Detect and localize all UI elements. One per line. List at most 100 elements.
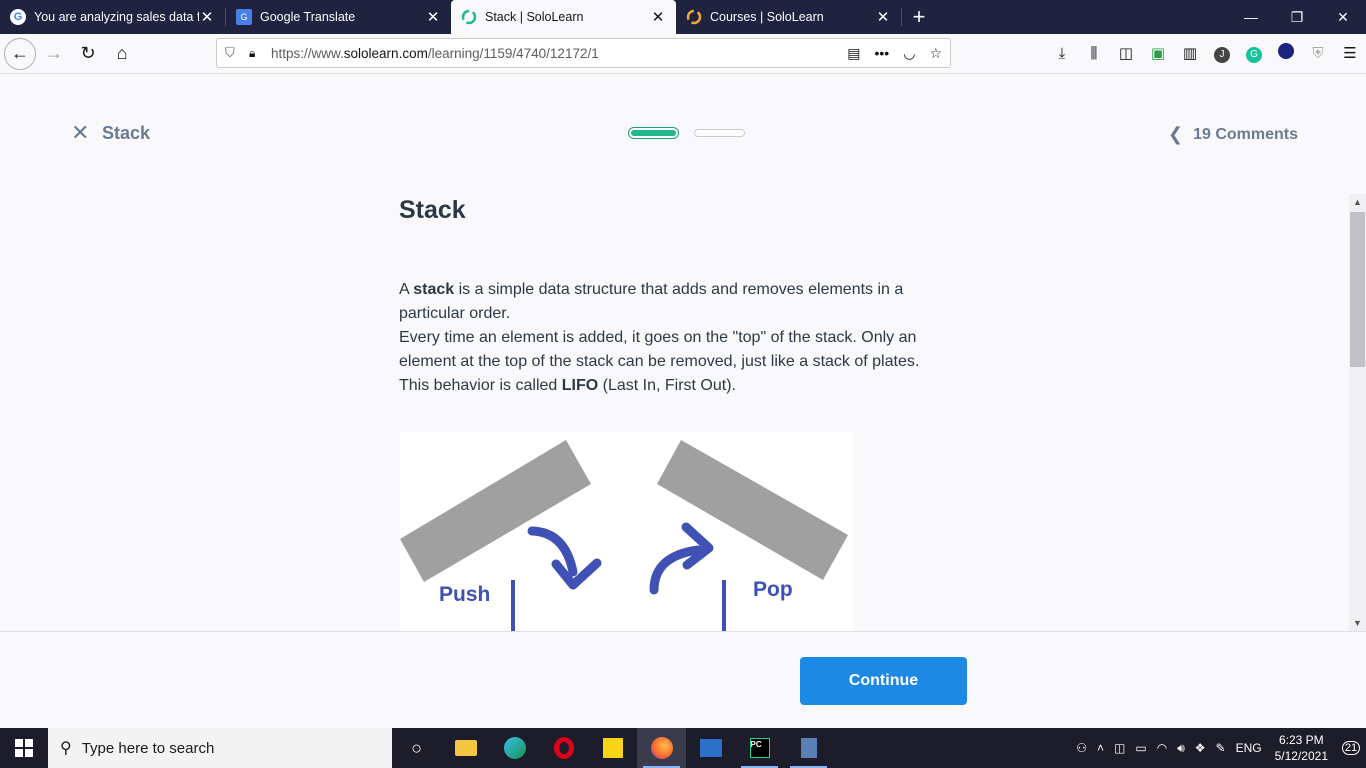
sololearn-icon <box>686 9 702 25</box>
close-lesson-icon[interactable]: ✕ <box>71 122 89 144</box>
cortana-icon[interactable]: ○ <box>392 728 441 768</box>
pop-label: Pop <box>753 578 793 601</box>
content-scrollbar[interactable]: ▲ ▼ <box>1349 194 1366 631</box>
photos-icon[interactable] <box>686 728 735 768</box>
edge-icon[interactable] <box>490 728 539 768</box>
address-bar-actions: ▤ ••• ◡ ☆ <box>847 45 942 62</box>
scrollbar-thumb[interactable] <box>1350 212 1365 367</box>
search-placeholder: Type here to search <box>81 739 215 757</box>
translate-icon: G <box>236 9 252 25</box>
sticky-notes-icon[interactable] <box>588 728 637 768</box>
extension-icon[interactable]: ▣ <box>1142 44 1174 62</box>
lesson-footer: Continue <box>0 631 1366 728</box>
page-content: ✕ Stack ❮ 19 Comments Stack A stack is a… <box>0 74 1366 728</box>
taskbar-search-input[interactable]: ⚲ Type here to search <box>48 728 392 768</box>
dropbox-icon[interactable]: ❖ <box>1190 741 1211 755</box>
bold-term: stack <box>413 281 455 298</box>
browser-tab[interactable]: G You are analyzing sales data fro ✕ <box>0 0 225 34</box>
wifi-icon[interactable]: ◠ <box>1152 741 1172 755</box>
people-icon[interactable]: ⚇ <box>1071 741 1092 755</box>
reload-icon[interactable]: ↻ <box>72 38 104 70</box>
sidebar-icon[interactable]: ◫ <box>1110 44 1142 62</box>
browser-tab[interactable]: Courses | SoloLearn ✕ <box>676 0 901 34</box>
pycharm-icon[interactable]: PC <box>735 728 784 768</box>
close-tab-icon[interactable]: ✕ <box>875 8 891 26</box>
search-icon: ⚲ <box>60 740 72 757</box>
tab-title: Google Translate <box>260 10 356 24</box>
tab-title: You are analyzing sales data fro <box>34 10 199 24</box>
minimize-icon[interactable]: — <box>1228 0 1274 34</box>
scroll-up-icon[interactable]: ▲ <box>1349 194 1366 210</box>
home-icon[interactable]: ⌂ <box>106 38 138 70</box>
new-tab-icon[interactable]: + <box>902 0 936 34</box>
windows-taskbar: ⚲ Type here to search ○ PC ⚇ ˄ ◫ ▭ ◠ 🔊︎ … <box>0 728 1366 768</box>
pen-icon[interactable]: ✎ <box>1211 741 1231 755</box>
push-plate <box>400 440 591 582</box>
google-icon: G <box>10 9 26 25</box>
extension-icon[interactable] <box>1270 43 1302 63</box>
chevron-left-icon: ❮ <box>1167 124 1184 144</box>
pocket-icon[interactable]: ◡ <box>903 45 915 62</box>
comments-label: 19 Comments <box>1193 125 1298 143</box>
notification-count: 21 <box>1341 741 1361 755</box>
comments-link[interactable]: ❮ 19 Comments <box>1168 124 1298 145</box>
menu-icon[interactable]: ☰ <box>1334 44 1366 62</box>
url-text[interactable]: https://www.sololearn.com/learning/1159/… <box>271 46 847 61</box>
meet-now-icon[interactable]: ◫ <box>1109 741 1130 755</box>
restore-icon[interactable]: ❐ <box>1274 0 1320 34</box>
tab-title: Stack | SoloLearn <box>485 10 584 24</box>
bold-term: LIFO <box>561 377 599 394</box>
scroll-down-icon[interactable]: ▼ <box>1349 615 1366 631</box>
system-tray: ⚇ ˄ ◫ ▭ ◠ 🔊︎ ❖ ✎ ENG 6:23 PM 5/12/2021 2… <box>1071 728 1366 768</box>
show-hidden-icons-icon[interactable]: ˄ <box>1092 741 1109 755</box>
text-run: (Last In, First Out). <box>598 377 736 394</box>
back-icon[interactable]: ← <box>4 37 36 70</box>
browser-tab-active[interactable]: Stack | SoloLearn ✕ <box>451 0 676 34</box>
forward-icon[interactable]: → <box>38 38 70 70</box>
battery-icon[interactable]: ▭ <box>1130 741 1151 755</box>
lesson-name: Stack <box>102 123 151 143</box>
lock-icon[interactable]: 🔒︎ <box>249 46 263 61</box>
toolbar-icons: ⤓ ⫼ ◫ ▣ ▥ J G ⛨ ☰ <box>1046 38 1366 68</box>
stack-illustration: Push Pop <box>400 432 853 632</box>
navigation-bar: ← → ↻ ⌂ ⛉ 🔒︎ https://www.sololearn.com/l… <box>0 34 1366 74</box>
continue-button[interactable]: Continue <box>800 657 967 705</box>
lesson-heading: Stack <box>399 196 466 224</box>
notification-center-icon[interactable]: 21 <box>1336 728 1366 768</box>
close-window-icon[interactable]: ✕ <box>1320 0 1366 34</box>
window-controls: — ❐ ✕ <box>1228 0 1366 34</box>
stack-wall-left <box>511 580 515 632</box>
page-actions-icon[interactable]: ••• <box>875 45 890 62</box>
lesson-header: ✕ Stack ❮ 19 Comments <box>0 74 1366 194</box>
opera-icon[interactable] <box>539 728 588 768</box>
language-indicator[interactable]: ENG <box>1231 741 1267 755</box>
lesson-paragraph: A stack is a simple data structure that … <box>399 278 959 398</box>
tracking-protection-icon[interactable]: ⛉ <box>225 45 241 61</box>
address-bar[interactable]: ⛉ 🔒︎ https://www.sololearn.com/learning/… <box>216 38 951 68</box>
push-label: Push <box>439 583 490 606</box>
extension-shield-icon[interactable]: ⛨ <box>1302 45 1334 62</box>
grammarly-icon[interactable]: G <box>1238 44 1270 63</box>
windows-start-icon[interactable] <box>0 728 48 768</box>
progress-step[interactable] <box>694 129 745 137</box>
downloads-icon[interactable]: ⤓ <box>1046 45 1078 62</box>
firefox-icon[interactable] <box>637 728 686 768</box>
progress-step-completed[interactable] <box>628 127 679 139</box>
library-icon[interactable]: ⫼ <box>1078 45 1110 62</box>
file-explorer-icon[interactable] <box>441 728 490 768</box>
close-tab-icon[interactable]: ✕ <box>425 8 441 26</box>
extension-j-icon[interactable]: J <box>1206 44 1238 63</box>
browser-tab[interactable]: G Google Translate ✕ <box>226 0 451 34</box>
clock-time: 6:23 PM <box>1278 733 1324 747</box>
close-tab-icon[interactable]: ✕ <box>650 8 666 26</box>
bookmark-star-icon[interactable]: ☆ <box>929 45 942 62</box>
pop-plate <box>657 440 848 580</box>
extension-icon[interactable]: ▥ <box>1174 44 1206 62</box>
volume-icon[interactable]: 🔊︎ <box>1172 741 1190 756</box>
lesson-content: Stack A stack is a simple data structure… <box>399 194 959 398</box>
sololearn-icon <box>461 9 477 25</box>
reader-view-icon[interactable]: ▤ <box>847 45 860 62</box>
close-tab-icon[interactable]: ✕ <box>199 8 215 26</box>
calculator-icon[interactable] <box>784 728 833 768</box>
taskbar-clock[interactable]: 6:23 PM 5/12/2021 <box>1267 732 1336 764</box>
